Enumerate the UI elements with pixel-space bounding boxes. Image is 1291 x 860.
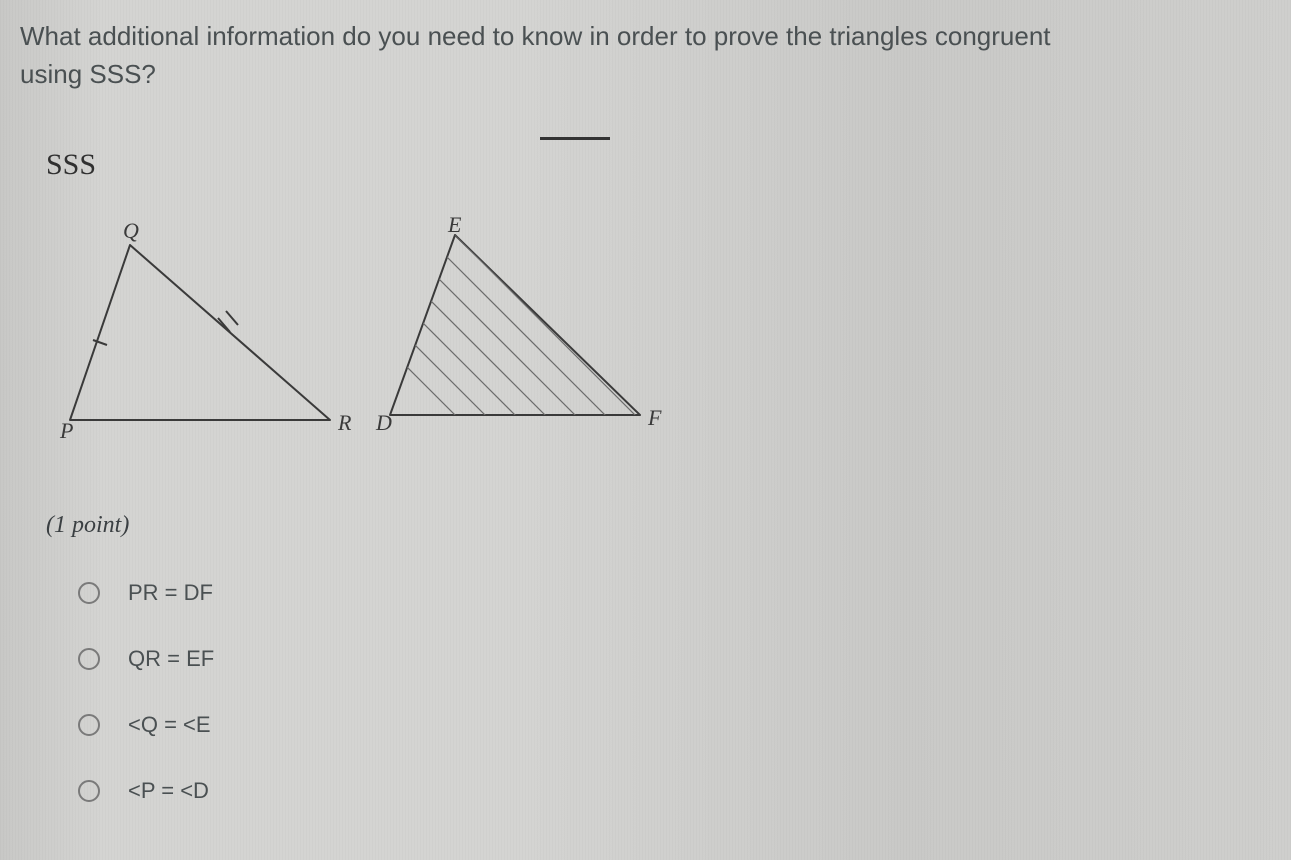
choice-c-label: <Q = <E bbox=[128, 712, 211, 738]
choice-d[interactable]: <P = <D bbox=[78, 778, 214, 804]
radio-icon[interactable] bbox=[78, 582, 100, 604]
label-r: R bbox=[337, 410, 352, 435]
question-text: What additional information do you need … bbox=[20, 18, 1100, 93]
label-f: F bbox=[647, 405, 662, 430]
label-e: E bbox=[447, 212, 462, 237]
radio-icon[interactable] bbox=[78, 780, 100, 802]
choice-d-label: <P = <D bbox=[128, 778, 209, 804]
decorative-underline bbox=[540, 137, 610, 140]
label-q: Q bbox=[123, 218, 139, 243]
triangle-pqr: P Q R bbox=[59, 218, 352, 443]
points-label: (1 point) bbox=[46, 512, 129, 539]
radio-icon[interactable] bbox=[78, 714, 100, 736]
label-p: P bbox=[59, 418, 73, 443]
choice-b-label: QR = EF bbox=[128, 646, 214, 672]
theorem-label: SSS bbox=[46, 148, 96, 182]
choice-a[interactable]: PR = DF bbox=[78, 580, 214, 606]
label-d: D bbox=[375, 410, 392, 435]
choice-c[interactable]: <Q = <E bbox=[78, 712, 214, 738]
answer-choices: PR = DF QR = EF <Q = <E <P = <D bbox=[78, 580, 214, 844]
triangle-figure: P Q R D E F bbox=[50, 220, 690, 460]
radio-icon[interactable] bbox=[78, 648, 100, 670]
triangle-def: D E F bbox=[350, 190, 710, 435]
choice-b[interactable]: QR = EF bbox=[78, 646, 214, 672]
choice-a-label: PR = DF bbox=[128, 580, 213, 606]
